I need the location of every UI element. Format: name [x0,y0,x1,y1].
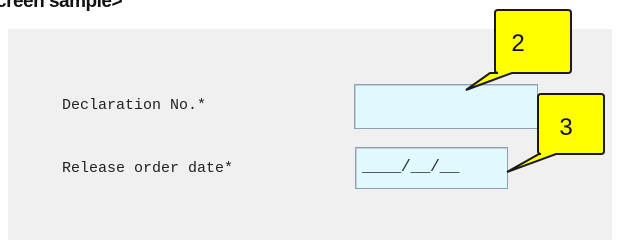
callout-3-number: 3 [559,114,573,141]
callout-2-number: 2 [511,30,525,57]
